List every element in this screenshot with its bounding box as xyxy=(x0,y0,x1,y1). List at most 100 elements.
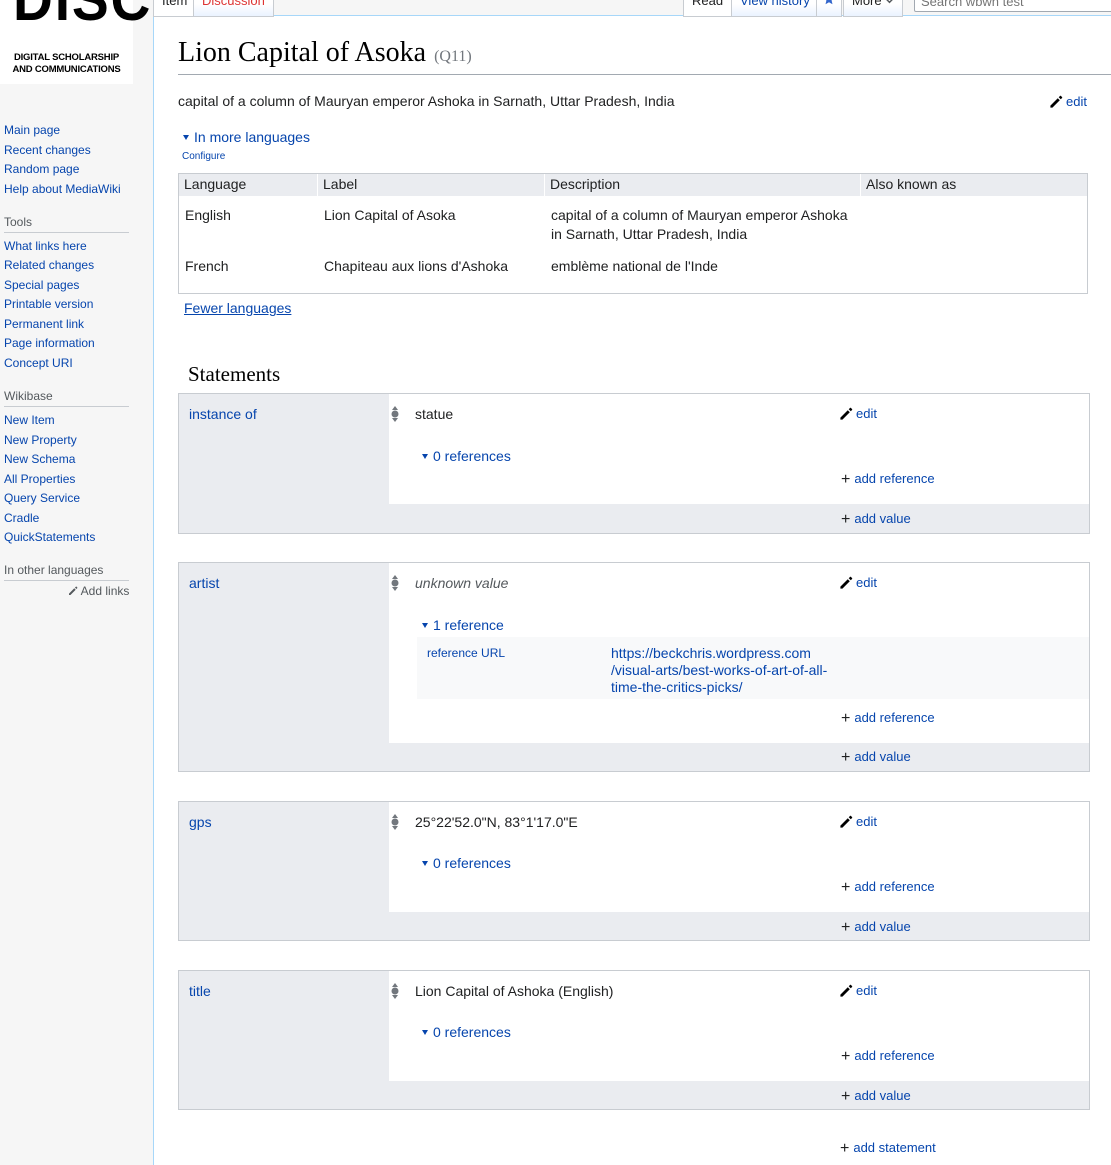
references-toggle[interactable]: 0 references xyxy=(422,855,511,871)
plus-icon: + xyxy=(841,511,851,528)
sidebar-item-concept-uri[interactable]: Concept URI xyxy=(4,356,73,370)
add-reference-label: add reference xyxy=(854,710,935,725)
add-value-button[interactable]: + add value xyxy=(841,748,911,766)
description-cell-line-2: in Sarnath, Uttar Pradesh, India xyxy=(551,226,748,242)
references-toggle[interactable]: 0 references xyxy=(422,448,511,464)
tab-item-label: Item xyxy=(162,0,188,8)
sidebar-item-what-links-here[interactable]: What links here xyxy=(4,239,87,253)
add-links-link[interactable]: Add links xyxy=(68,584,129,598)
tab-item[interactable]: Item xyxy=(153,0,197,17)
property-link[interactable]: instance of xyxy=(189,406,257,422)
property-link[interactable]: gps xyxy=(189,814,212,830)
references-count: 1 reference xyxy=(433,617,504,633)
watch-star-button[interactable] xyxy=(816,0,842,17)
reference-property-link[interactable]: reference URL xyxy=(427,646,505,660)
sidebar-item-cradle[interactable]: Cradle xyxy=(4,511,39,525)
add-value-button[interactable]: + add value xyxy=(841,1087,911,1105)
item-id: (Q11) xyxy=(434,48,472,65)
add-value-button[interactable]: + add value xyxy=(841,918,911,936)
references-count: 0 references xyxy=(433,855,511,871)
property-link[interactable]: artist xyxy=(189,575,219,591)
more-menu-label: More xyxy=(852,0,882,8)
reference-url-link[interactable]: https://beckchris.wordpress.com /visual-… xyxy=(611,645,841,696)
rank-selector-icon[interactable] xyxy=(389,573,401,593)
reference-url-line: https://beckchris.wordpress.com xyxy=(611,645,811,661)
sidebar-item-new-property[interactable]: New Property xyxy=(4,433,77,447)
column-header-description: Description xyxy=(545,174,861,196)
star-icon xyxy=(825,0,833,5)
property-link[interactable]: title xyxy=(189,983,211,999)
sidebar-item-query-service[interactable]: Query Service xyxy=(4,491,80,505)
add-statement-button[interactable]: + add statement xyxy=(840,1139,936,1157)
plus-icon: + xyxy=(841,1088,851,1105)
add-value-label: add value xyxy=(854,511,911,526)
language-cell: English xyxy=(185,207,231,223)
item-label: Lion Capital of Asoka xyxy=(178,37,427,68)
sidebar-item-help[interactable]: Help about MediaWiki xyxy=(4,182,121,196)
tab-view-history[interactable]: View history xyxy=(731,0,819,17)
add-links-label: Add links xyxy=(80,584,130,598)
search-input[interactable] xyxy=(914,0,1111,12)
label-cell: Lion Capital of Asoka xyxy=(324,207,456,223)
sidebar-item-related-changes[interactable]: Related changes xyxy=(4,258,94,272)
sidebar-heading-tools: Tools xyxy=(4,215,33,229)
sidebar-item-permanent-link[interactable]: Permanent link xyxy=(4,317,84,331)
sidebar-item-random-page[interactable]: Random page xyxy=(4,162,79,176)
statement-value: statue xyxy=(415,406,454,422)
edit-statement-button[interactable]: edit xyxy=(839,983,877,998)
sidebar-item-printable-version[interactable]: Printable version xyxy=(4,297,93,311)
edit-label: edit xyxy=(856,983,877,998)
sidebar-item-main-page[interactable]: Main page xyxy=(4,123,60,137)
sidebar-item-page-information[interactable]: Page information xyxy=(4,336,95,350)
add-reference-button[interactable]: + add reference xyxy=(841,709,935,727)
tab-read[interactable]: Read xyxy=(683,0,733,17)
references-toggle[interactable]: 1 reference xyxy=(422,617,504,633)
sidebar-item-new-schema[interactable]: New Schema xyxy=(4,452,75,466)
add-value-button[interactable]: + add value xyxy=(841,510,911,528)
column-header-label: Label xyxy=(318,174,545,196)
pencil-icon xyxy=(840,407,853,420)
site-logo[interactable]: DISC DIGITAL SCHOLARSHIP AND COMMUNICATI… xyxy=(0,0,150,84)
page-title: Lion Capital of Asoka (Q11) xyxy=(178,36,472,70)
column-header-also-known-as: Also known as xyxy=(866,176,957,192)
rank-selector-icon[interactable] xyxy=(389,404,401,424)
statement-group-gps: gps 25°22'52.0"N, 83°1'17.0"E edit 0 ref… xyxy=(178,801,1090,941)
column-header-language: Language xyxy=(179,174,318,196)
triangle-down-icon xyxy=(422,453,428,459)
more-menu[interactable]: More xyxy=(843,0,904,17)
plus-icon: + xyxy=(841,710,851,727)
sidebar-item-new-item[interactable]: New Item xyxy=(4,413,55,427)
statement: Lion Capital of Ashoka (English) edit 0 … xyxy=(389,971,1089,1081)
rank-selector-icon[interactable] xyxy=(389,812,401,832)
in-more-languages-toggle[interactable]: In more languages xyxy=(183,129,310,145)
add-reference-button[interactable]: + add reference xyxy=(841,1047,935,1065)
add-reference-button[interactable]: + add reference xyxy=(841,878,935,896)
edit-statement-button[interactable]: edit xyxy=(839,406,877,421)
tab-discussion[interactable]: Discussion xyxy=(193,0,274,17)
statement-value: 25°22'52.0"N, 83°1'17.0"E xyxy=(415,814,578,830)
edit-label: edit xyxy=(856,814,877,829)
add-reference-label: add reference xyxy=(854,471,935,486)
references-toggle[interactable]: 0 references xyxy=(422,1024,511,1040)
plus-icon: + xyxy=(841,1048,851,1065)
sidebar-divider xyxy=(4,580,129,581)
configure-link[interactable]: Configure xyxy=(182,151,225,162)
add-reference-button[interactable]: + add reference xyxy=(841,470,935,488)
edit-statement-button[interactable]: edit xyxy=(839,814,877,829)
statement: 25°22'52.0"N, 83°1'17.0"E edit 0 referen… xyxy=(389,802,1089,912)
edit-label: edit xyxy=(1066,94,1087,109)
fewer-languages-link[interactable]: Fewer languages xyxy=(184,300,291,316)
sidebar-item-quickstatements[interactable]: QuickStatements xyxy=(4,530,95,544)
edit-statement-button[interactable]: edit xyxy=(839,575,877,590)
sidebar-item-all-properties[interactable]: All Properties xyxy=(4,472,75,486)
label-cell: Chapiteau aux lions d'Ashoka xyxy=(324,258,509,274)
rank-selector-icon[interactable] xyxy=(389,981,401,1001)
references-count: 0 references xyxy=(433,448,511,464)
sidebar-item-recent-changes[interactable]: Recent changes xyxy=(4,143,91,157)
sidebar-heading-languages: In other languages xyxy=(4,563,104,577)
edit-termbox-button[interactable]: edit xyxy=(1049,94,1087,109)
pencil-icon xyxy=(1050,95,1063,108)
logo-wordmark: DISC xyxy=(13,0,152,30)
sidebar-item-special-pages[interactable]: Special pages xyxy=(4,278,79,292)
sidebar-divider xyxy=(4,232,129,233)
